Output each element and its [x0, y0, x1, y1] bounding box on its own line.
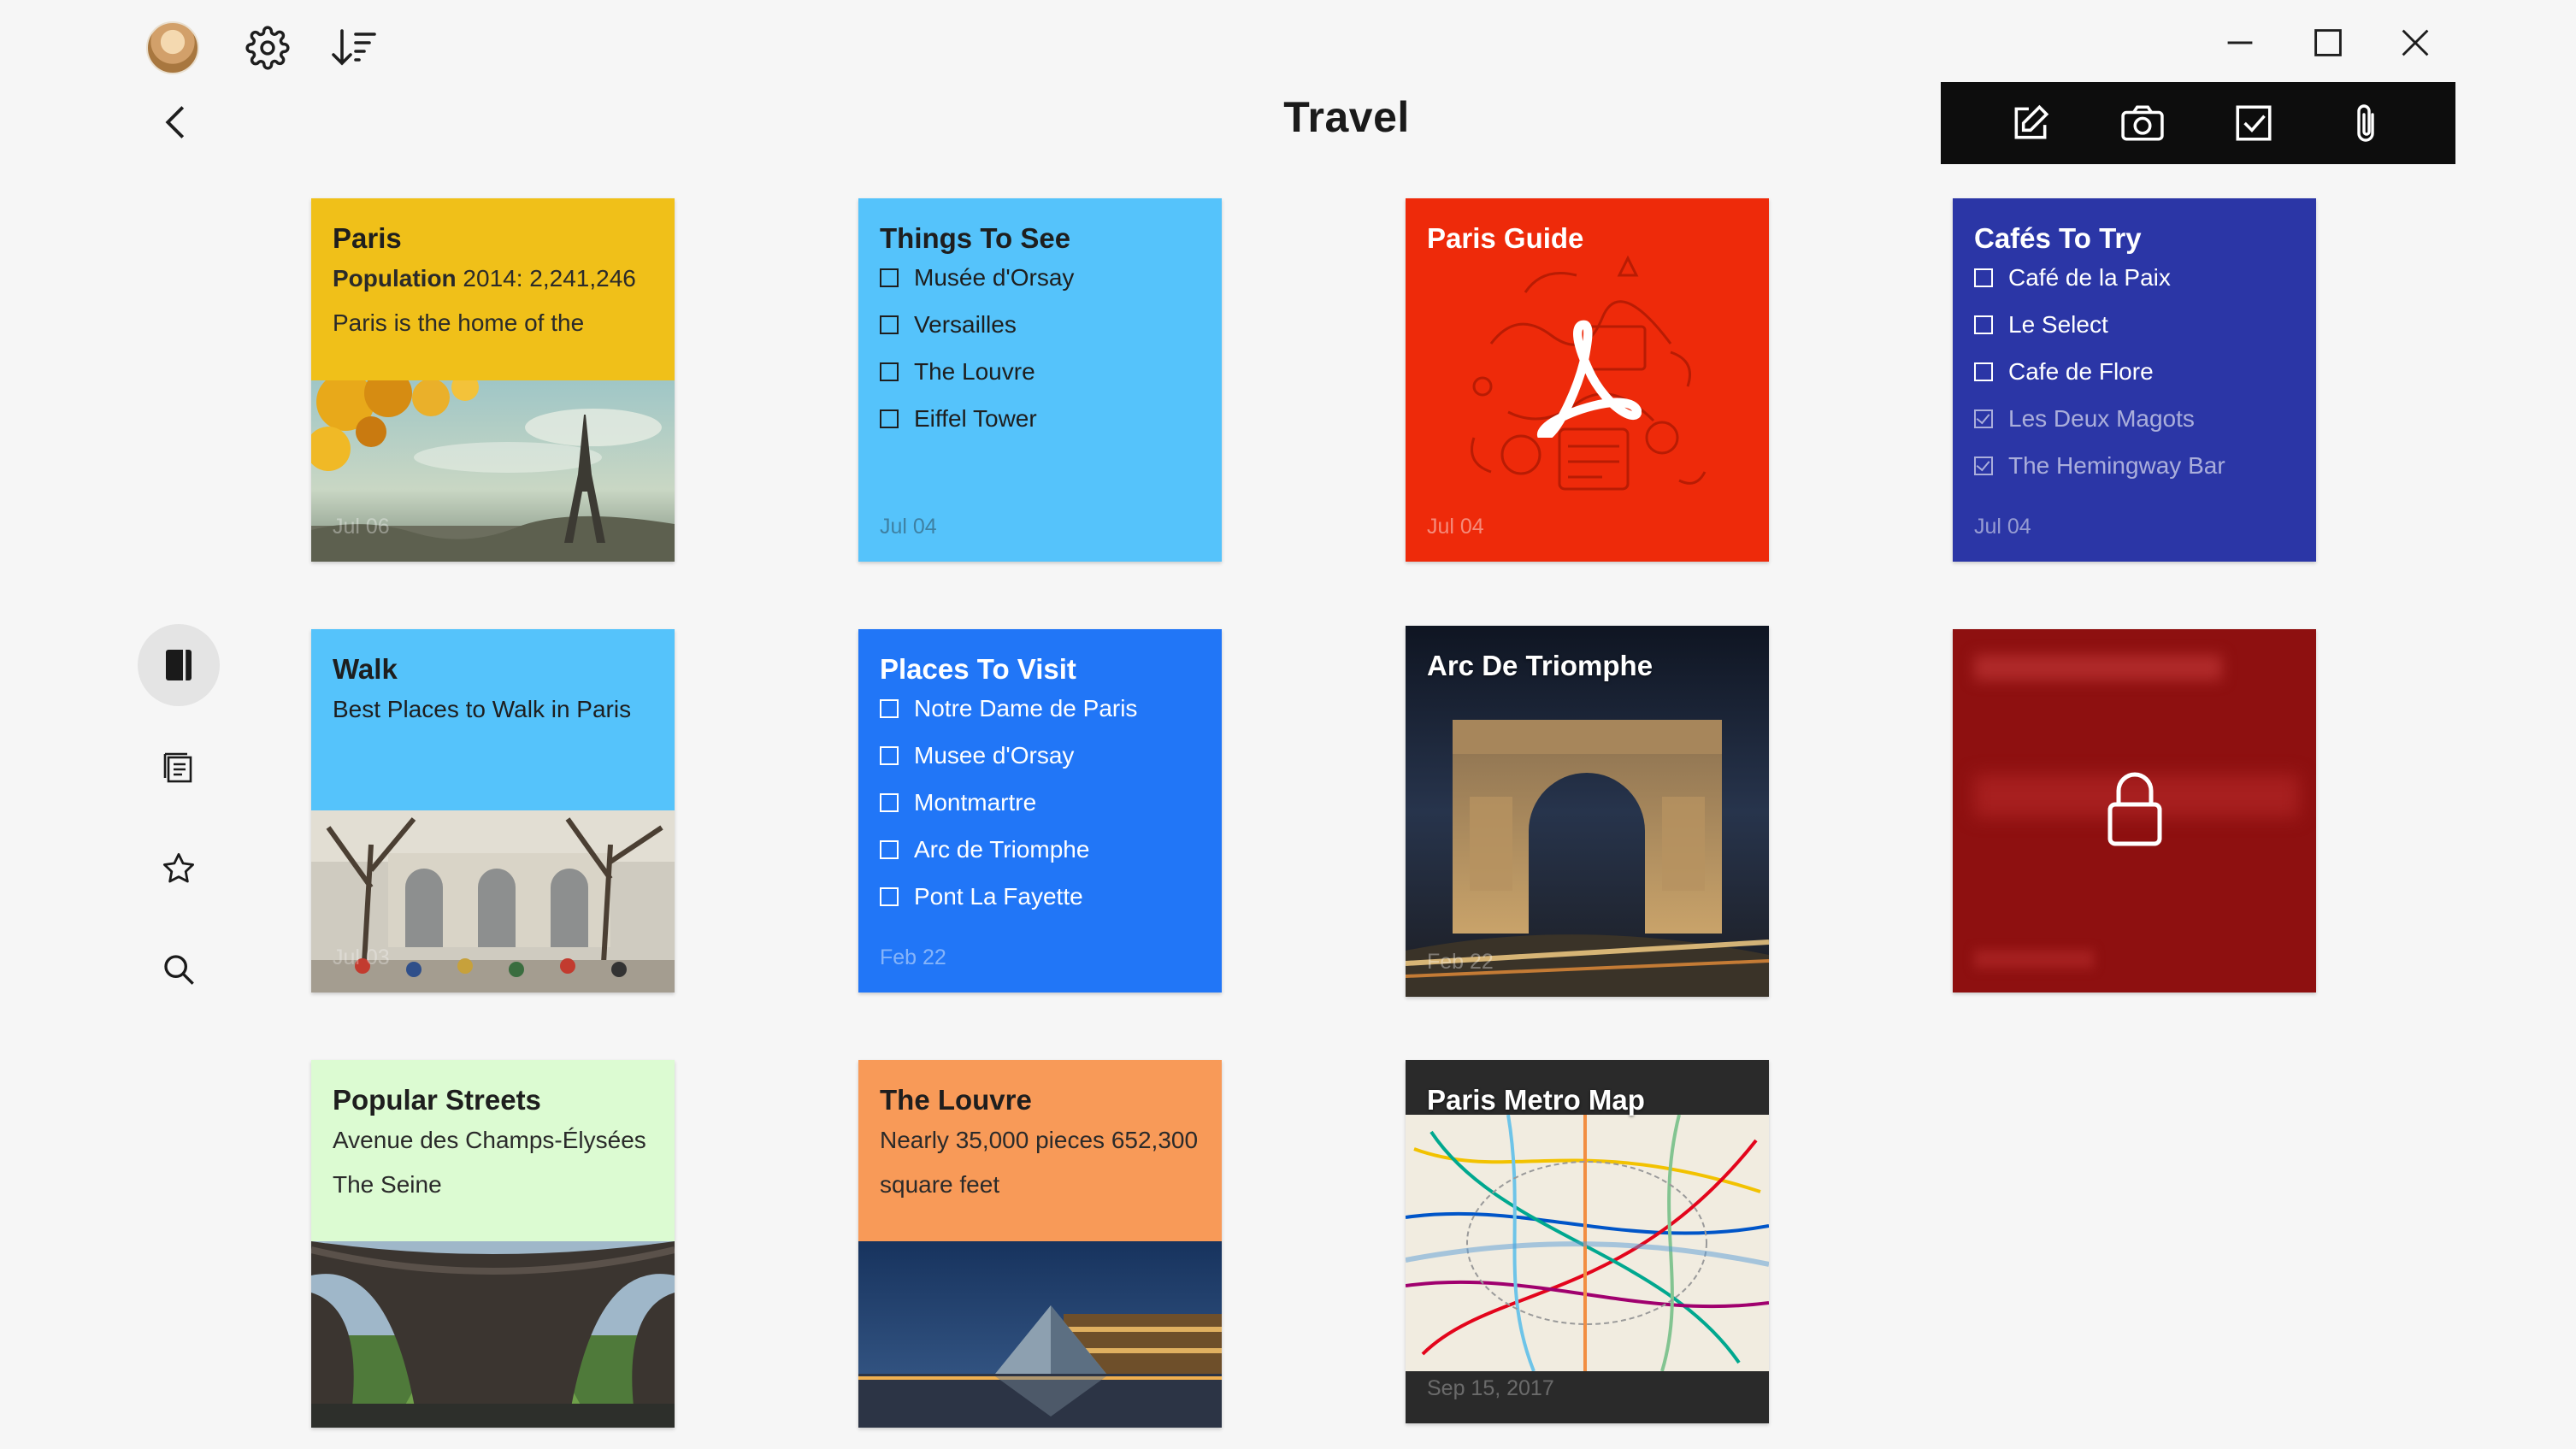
- sidebar-item-notebooks[interactable]: [138, 624, 220, 706]
- checklist-item[interactable]: Eiffel Tower: [880, 402, 1208, 436]
- note-date: Jul 04: [880, 515, 937, 539]
- note-date: Feb 22: [1427, 950, 1494, 974]
- note-line: The Seine: [333, 1171, 442, 1198]
- note-date: Jul 03: [333, 945, 390, 969]
- note-card-the-louvre[interactable]: The Louvre Nearly 35,000 pieces 652,300 …: [858, 1060, 1222, 1428]
- checkbox[interactable]: [880, 793, 899, 812]
- note-line: Population 2014: 2,241,246: [333, 265, 636, 292]
- note-title: The Louvre: [880, 1084, 1032, 1116]
- note-line: Best Places to Walk in Paris: [333, 696, 632, 722]
- gear-icon[interactable]: [242, 22, 293, 74]
- new-note-icon[interactable]: [1996, 89, 2065, 157]
- note-toolbar: [1941, 82, 2455, 164]
- blurred-date: [1974, 950, 2094, 969]
- note-title: Paris Metro Map: [1427, 1084, 1645, 1116]
- checklist-item[interactable]: Montmartre: [880, 786, 1208, 820]
- note-title: Paris: [333, 222, 402, 254]
- blurred-title: [1974, 655, 2222, 680]
- note-date: Sep 15, 2017: [1427, 1376, 1554, 1400]
- champ-de-mars-photo: [311, 1241, 675, 1428]
- checklist-item[interactable]: Versailles: [880, 308, 1208, 342]
- search-icon: [164, 955, 194, 985]
- notes-icon: [163, 752, 192, 783]
- louvre-pyramid-photo: [858, 1241, 1222, 1428]
- checkbox[interactable]: [880, 409, 899, 428]
- checklist-item[interactable]: Le Select: [1974, 308, 2302, 342]
- note-date: Jul 06: [333, 515, 390, 539]
- note-date: Feb 22: [880, 945, 946, 969]
- checklist-item[interactable]: Arc de Triomphe: [880, 833, 1208, 867]
- note-title: Popular Streets: [333, 1084, 541, 1116]
- checklist-item[interactable]: The Louvre: [880, 355, 1208, 389]
- note-line: Avenue des Champs-Élysées: [333, 1127, 646, 1153]
- checklist-item[interactable]: Café de la Paix: [1974, 261, 2302, 295]
- note-title: Paris Guide: [1427, 222, 1584, 254]
- checklist-item[interactable]: Cafe de Flore: [1974, 355, 2302, 389]
- checkbox[interactable]: [1974, 315, 1993, 334]
- note-date: Jul 04: [1974, 515, 2031, 539]
- checklist-item[interactable]: Pont La Fayette: [880, 880, 1208, 914]
- back-arrow-icon[interactable]: [154, 98, 197, 146]
- sidebar-item-favorites[interactable]: [138, 828, 220, 910]
- note-line: Paris is the home of the: [333, 309, 585, 336]
- note-card-locked[interactable]: [1953, 629, 2316, 993]
- checklist-item-done[interactable]: Les Deux Magots: [1974, 402, 2302, 436]
- note-card-places-to-visit[interactable]: Places To Visit Notre Dame de Paris Muse…: [858, 629, 1222, 993]
- checkbox[interactable]: [880, 699, 899, 718]
- note-card-walk[interactable]: Walk Best Places to Walk in Paris Jul 03: [311, 629, 675, 993]
- note-card-arc-de-triomphe[interactable]: Arc De Triomphe Feb 22: [1406, 626, 1769, 997]
- note-date: Jul 04: [1427, 515, 1484, 539]
- note-card-cafes-to-try[interactable]: Cafés To Try Café de la Paix Le Select C…: [1953, 198, 2316, 562]
- checklist-item[interactable]: Notre Dame de Paris: [880, 692, 1208, 726]
- note-card-things-to-see[interactable]: Things To See Musée d'Orsay Versailles T…: [858, 198, 1222, 562]
- checkbox[interactable]: [880, 840, 899, 859]
- star-icon: [162, 852, 195, 883]
- avatar[interactable]: [146, 21, 199, 74]
- lock-icon: [2107, 772, 2162, 846]
- checklist-icon[interactable]: [2219, 89, 2288, 157]
- minimize-icon[interactable]: [2214, 17, 2266, 68]
- note-title: Things To See: [880, 222, 1071, 254]
- sidebar-item-notes[interactable]: [138, 727, 220, 809]
- checkbox[interactable]: [880, 362, 899, 381]
- close-icon[interactable]: [2390, 17, 2441, 68]
- note-line: Nearly 35,000 pieces 652,300: [880, 1127, 1199, 1153]
- note-title: Places To Visit: [880, 653, 1076, 685]
- maximize-icon[interactable]: [2302, 17, 2354, 68]
- checkbox[interactable]: [880, 315, 899, 334]
- note-line: square feet: [880, 1171, 1000, 1198]
- note-title: Arc De Triomphe: [1427, 650, 1653, 681]
- camera-icon[interactable]: [2108, 89, 2177, 157]
- checkbox-checked[interactable]: [1974, 409, 1993, 428]
- checkbox[interactable]: [880, 746, 899, 765]
- note-title: Walk: [333, 653, 398, 685]
- checkbox[interactable]: [880, 268, 899, 287]
- checklist-item[interactable]: Musée d'Orsay: [880, 261, 1208, 295]
- sidebar-item-search[interactable]: [138, 928, 220, 1010]
- attachment-icon[interactable]: [2331, 89, 2400, 157]
- pdf-icon: [1536, 320, 1642, 438]
- notebook-icon: [166, 650, 192, 680]
- checkbox-checked[interactable]: [1974, 456, 1993, 475]
- note-title: Cafés To Try: [1974, 222, 2142, 254]
- page-title: Travel: [1283, 93, 1410, 141]
- checkbox[interactable]: [880, 887, 899, 906]
- checklist-item[interactable]: Musee d'Orsay: [880, 739, 1208, 773]
- sort-icon[interactable]: [328, 22, 380, 74]
- note-card-paris-guide[interactable]: Paris Guide Jul 04: [1406, 198, 1769, 562]
- metro-map-image: [1406, 1115, 1769, 1371]
- note-card-popular-streets[interactable]: Popular Streets Avenue des Champs-Élysée…: [311, 1060, 675, 1428]
- checklist-item-done[interactable]: The Hemingway Bar: [1974, 449, 2302, 483]
- note-card-paris-metro-map[interactable]: Paris Metro Map Sep 15, 2017: [1406, 1060, 1769, 1423]
- checkbox[interactable]: [1974, 268, 1993, 287]
- checkbox[interactable]: [1974, 362, 1993, 381]
- note-card-paris[interactable]: Paris Population 2014: 2,241,246 Paris i…: [311, 198, 675, 562]
